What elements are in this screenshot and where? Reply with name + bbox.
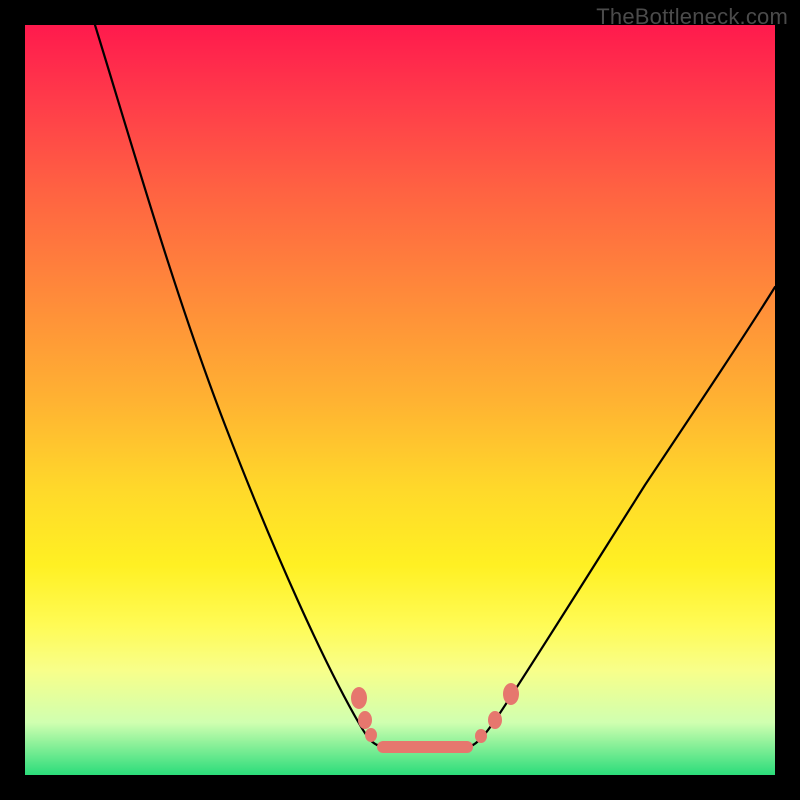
chart-frame <box>25 25 775 775</box>
bottleneck-curve <box>25 25 775 775</box>
marker-dot <box>365 728 377 742</box>
watermark-text: TheBottleneck.com <box>596 4 788 30</box>
marker-dot <box>351 687 367 709</box>
marker-dot <box>488 711 502 729</box>
marker-dot <box>358 711 372 729</box>
marker-dot <box>503 683 519 705</box>
curve-left-branch <box>95 25 377 745</box>
curve-right-branch <box>473 287 775 745</box>
marker-dot <box>475 729 487 743</box>
